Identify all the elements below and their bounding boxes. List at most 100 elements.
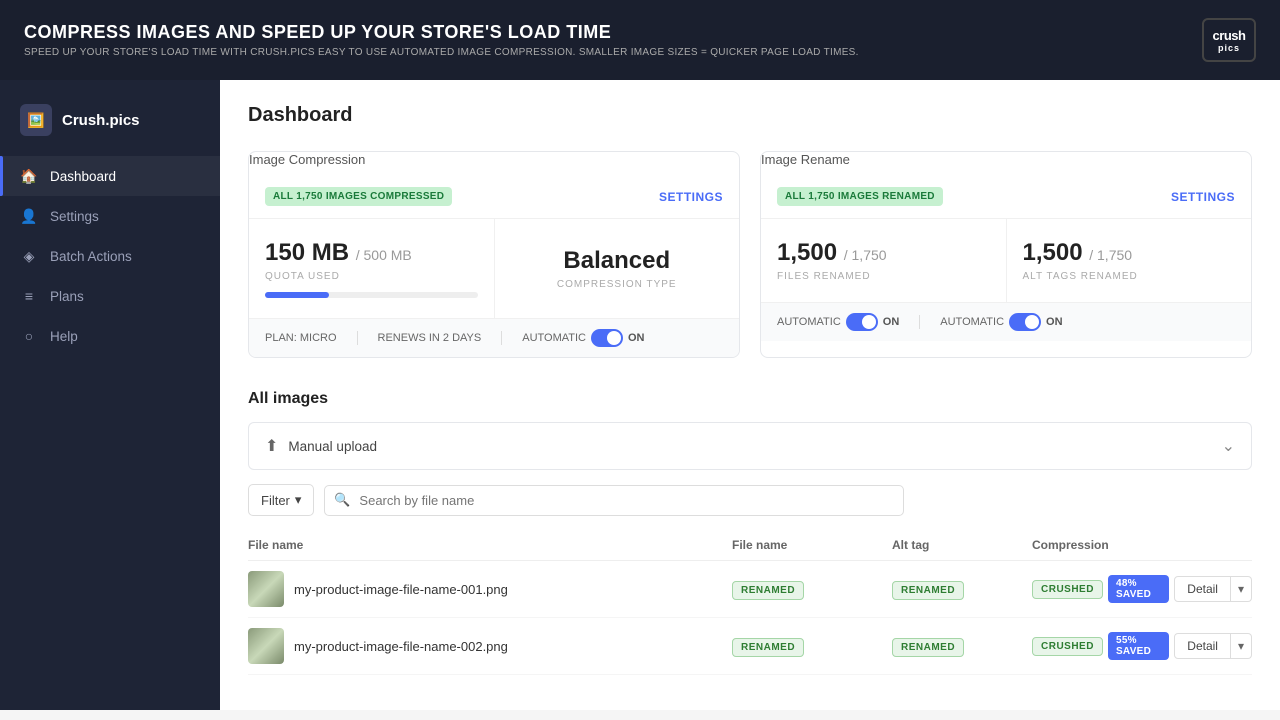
files-renamed-label: FILES RENAMED	[777, 271, 871, 282]
auto-toggle-2[interactable]	[1009, 313, 1041, 331]
saved-badge-1: 48% SAVED	[1108, 575, 1169, 603]
sidebar-logo: 🖼️ Crush.pics	[0, 96, 220, 156]
sidebar-item-dashboard[interactable]: 🏠 Dashboard	[0, 156, 220, 196]
image-compression-card: Image Compression ALL 1,750 IMAGES COMPR…	[248, 151, 740, 358]
compression-section-title: Image Compression	[249, 152, 739, 167]
logo-box: crush pics	[1202, 18, 1256, 62]
quota-label: QUOTA USED	[265, 271, 340, 282]
file-name-cell-1: my-product-image-file-name-001.png	[248, 571, 732, 607]
sidebar-nav: 🏠 Dashboard 👤 Settings ◈ Batch Actions ≡…	[0, 156, 220, 356]
sidebar-dashboard-label: Dashboard	[50, 169, 116, 184]
compression-type-label: COMPRESSION TYPE	[557, 279, 677, 290]
auto-toggle-group-2: AUTOMATIC ON	[940, 313, 1062, 331]
renamed-badge-2: RENAMED	[732, 638, 804, 657]
rename-card-header: ALL 1,750 IMAGES RENAMED SETTINGS	[761, 175, 1251, 219]
on2-label: ON	[1046, 316, 1063, 328]
crushed-badge-1: CRUSHED	[1032, 580, 1103, 599]
crushed-badge-2: CRUSHED	[1032, 637, 1103, 656]
sidebar-logo-icon: 🖼️	[20, 104, 52, 136]
search-box: 🔍	[324, 485, 904, 516]
files-renamed-total: / 1,750	[844, 247, 887, 263]
automatic-toggle[interactable]	[591, 329, 623, 347]
progress-bar-fill	[265, 292, 329, 298]
compression-type-stat: Balanced COMPRESSION TYPE	[495, 219, 740, 318]
sidebar-settings-label: Settings	[50, 209, 99, 224]
help-icon: ○	[20, 327, 38, 345]
progress-bar-container	[265, 292, 478, 298]
rename-badge: ALL 1,750 IMAGES RENAMED	[777, 187, 943, 206]
compression-card-body: 150 MB / 500 MB QUOTA USED Balanced COMP…	[249, 219, 739, 318]
image-rename-card: Image Rename ALL 1,750 IMAGES RENAMED SE…	[760, 151, 1252, 358]
rename-cell-1: RENAMED	[732, 580, 892, 598]
footer-divider-1	[357, 331, 358, 345]
top-banner: COMPRESS IMAGES AND SPEED UP YOUR STORE'…	[0, 0, 1280, 80]
alt-badge-2: RENAMED	[892, 638, 964, 657]
on1-label: ON	[883, 316, 900, 328]
alt-cell-1: RENAMED	[892, 580, 1032, 598]
filter-button[interactable]: Filter ▾	[248, 484, 314, 516]
renamed-badge-1: RENAMED	[732, 581, 804, 600]
rename-card-body: 1,500 / 1,750 FILES RENAMED 1,500 / 1,75…	[761, 219, 1251, 302]
alt-tags-stat: 1,500 / 1,750 ALT TAGS RENAMED	[1007, 219, 1252, 302]
manual-upload-left: ⬆ Manual upload	[265, 436, 377, 456]
automatic-toggle-group: AUTOMATIC ON	[522, 329, 644, 347]
auto1-label: AUTOMATIC	[777, 316, 841, 328]
sidebar-plans-label: Plans	[50, 289, 84, 304]
alt-tags-total: / 1,750	[1089, 247, 1132, 263]
detail-dropdown-1[interactable]: ▾	[1231, 576, 1252, 602]
footer-divider-2	[501, 331, 502, 345]
upload-icon: ⬆	[265, 436, 278, 456]
crush-logo: crush pics	[1202, 18, 1256, 62]
auto-toggle-group-1: AUTOMATIC ON	[777, 313, 899, 331]
compression-badge: ALL 1,750 IMAGES COMPRESSED	[265, 187, 452, 206]
sidebar-batch-label: Batch Actions	[50, 249, 132, 264]
batch-icon: ◈	[20, 247, 38, 265]
alt-tags-value: 1,500 / 1,750	[1023, 239, 1133, 267]
detail-button-1[interactable]: Detail	[1174, 576, 1231, 602]
rename-cell-2: RENAMED	[732, 637, 892, 655]
rename-section-title: Image Rename	[761, 152, 1251, 167]
settings-icon: 👤	[20, 207, 38, 225]
sidebar-item-plans[interactable]: ≡ Plans	[0, 276, 220, 316]
compression-card-header: ALL 1,750 IMAGES COMPRESSED SETTINGS	[249, 175, 739, 219]
detail-button-2[interactable]: Detail	[1174, 633, 1231, 659]
quota-value: 150 MB / 500 MB	[265, 239, 412, 267]
auto-toggle-1[interactable]	[846, 313, 878, 331]
sidebar: 🖼️ Crush.pics 🏠 Dashboard 👤 Settings ◈ B…	[0, 80, 220, 710]
saved-badge-2: 55% SAVED	[1108, 632, 1169, 660]
detail-dropdown-2[interactable]: ▾	[1231, 633, 1252, 659]
compression-cell-2: CRUSHED 55% SAVED Detail ▾	[1032, 632, 1252, 660]
rename-settings-link[interactable]: SETTINGS	[1171, 190, 1235, 204]
compression-cell-1: CRUSHED 48% SAVED Detail ▾	[1032, 575, 1252, 603]
sidebar-item-settings[interactable]: 👤 Settings	[0, 196, 220, 236]
col-compression: Compression	[1032, 538, 1252, 552]
sidebar-item-batch-actions[interactable]: ◈ Batch Actions	[0, 236, 220, 276]
sidebar-app-name: Crush.pics	[62, 112, 140, 129]
alt-cell-2: RENAMED	[892, 637, 1032, 655]
quota-stat: 150 MB / 500 MB QUOTA USED	[249, 219, 495, 318]
file-thumb-1	[248, 571, 284, 607]
banner-text: COMPRESS IMAGES AND SPEED UP YOUR STORE'…	[24, 22, 859, 58]
search-input[interactable]	[324, 485, 904, 516]
automatic-label: AUTOMATIC	[522, 332, 586, 344]
all-images-header: All images	[248, 390, 1252, 408]
compression-card-footer: PLAN: MICRO RENEWS IN 2 DAYS AUTOMATIC O…	[249, 318, 739, 357]
compression-settings-link[interactable]: SETTINGS	[659, 190, 723, 204]
footer-divider-3	[919, 315, 920, 329]
table-row: my-product-image-file-name-002.png RENAM…	[248, 618, 1252, 675]
chevron-down-icon: ⌄	[1222, 436, 1235, 456]
sidebar-item-help[interactable]: ○ Help	[0, 316, 220, 356]
logo-pics-text: pics	[1218, 43, 1240, 53]
logo-crush-text: crush	[1213, 28, 1246, 43]
page-title: Dashboard	[248, 104, 1252, 127]
alt-badge-1: RENAMED	[892, 581, 964, 600]
file-name-cell-2: my-product-image-file-name-002.png	[248, 628, 732, 664]
search-icon: 🔍	[334, 492, 350, 508]
banner-title: COMPRESS IMAGES AND SPEED UP YOUR STORE'…	[24, 22, 859, 43]
cards-row: Image Compression ALL 1,750 IMAGES COMPR…	[248, 151, 1252, 358]
col-rename: File name	[732, 538, 892, 552]
col-file-name: File name	[248, 538, 732, 552]
dashboard-icon: 🏠	[20, 167, 38, 185]
manual-upload-row[interactable]: ⬆ Manual upload ⌄	[248, 422, 1252, 470]
detail-btn-group-1: Detail ▾	[1174, 576, 1252, 602]
